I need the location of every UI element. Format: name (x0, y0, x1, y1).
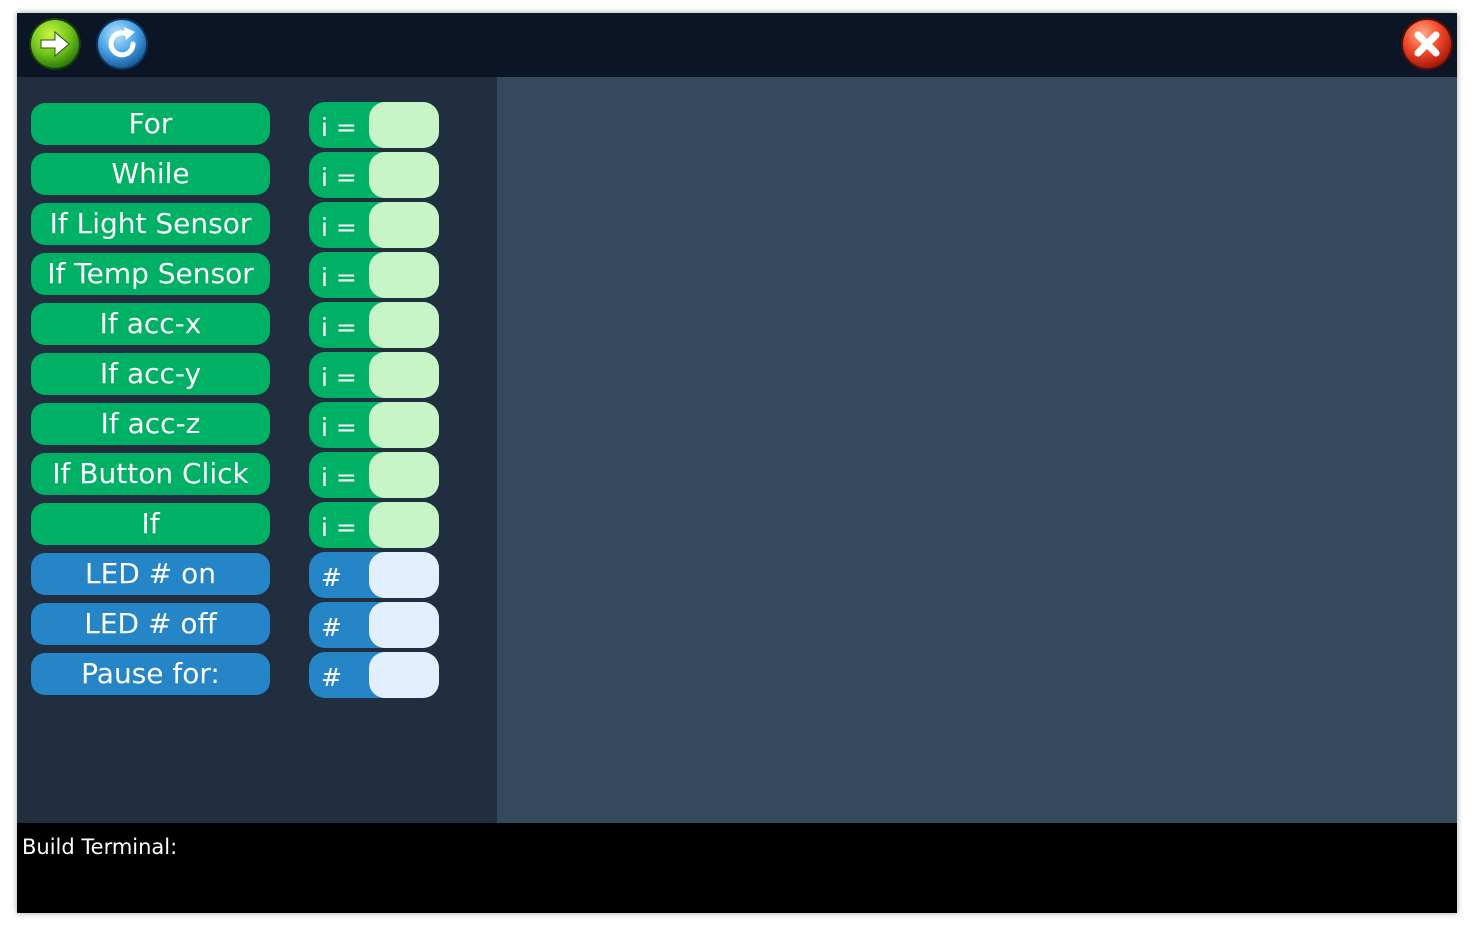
toolbar (17, 13, 1457, 77)
param-input-if-temp-sensor[interactable] (369, 252, 439, 298)
param-led-off[interactable]: # (309, 602, 439, 648)
refresh-icon (96, 18, 148, 70)
block-if[interactable]: If (31, 503, 270, 545)
block-for[interactable]: For (31, 103, 270, 145)
param-label: i = (321, 163, 357, 192)
refresh-button[interactable] (95, 17, 149, 71)
build-terminal: Build Terminal: (17, 823, 1457, 913)
run-button[interactable] (28, 17, 82, 71)
block-if-acc-z[interactable]: If acc-z (31, 403, 270, 445)
block-while[interactable]: While (31, 153, 270, 195)
param-label: # (321, 613, 342, 642)
block-if-acc-y[interactable]: If acc-y (31, 353, 270, 395)
param-input-led-on[interactable] (369, 552, 439, 598)
param-while[interactable]: i = (309, 152, 439, 198)
param-input-pause-for[interactable] (369, 652, 439, 698)
param-led-on[interactable]: # (309, 552, 439, 598)
param-label: i = (321, 513, 357, 542)
param-if[interactable]: i = (309, 502, 439, 548)
param-label: # (321, 563, 342, 592)
param-label: i = (321, 463, 357, 492)
param-label: i = (321, 213, 357, 242)
param-if-acc-y[interactable]: i = (309, 352, 439, 398)
block-if-light-sensor[interactable]: If Light Sensor (31, 203, 270, 245)
close-icon (1401, 18, 1453, 70)
block-pause-for[interactable]: Pause for: (31, 653, 270, 695)
param-input-if-acc-y[interactable] (369, 352, 439, 398)
block-if-button-click[interactable]: If Button Click (31, 453, 270, 495)
param-label: i = (321, 413, 357, 442)
param-label: i = (321, 363, 357, 392)
block-led-off[interactable]: LED # off (31, 603, 270, 645)
block-led-on[interactable]: LED # on (31, 553, 270, 595)
param-label: # (321, 663, 342, 692)
param-for[interactable]: i = (309, 102, 439, 148)
param-input-led-off[interactable] (369, 602, 439, 648)
param-label: i = (321, 113, 357, 142)
param-if-button-click[interactable]: i = (309, 452, 439, 498)
app-window: For i = While i = If Light Sensor i = If Temp … (17, 13, 1457, 913)
param-input-for[interactable] (369, 102, 439, 148)
param-if-temp-sensor[interactable]: i = (309, 252, 439, 298)
param-label: i = (321, 263, 357, 292)
param-label: i = (321, 313, 357, 342)
param-if-light-sensor[interactable]: i = (309, 202, 439, 248)
param-input-while[interactable] (369, 152, 439, 198)
param-input-if-acc-z[interactable] (369, 402, 439, 448)
close-button[interactable] (1400, 17, 1454, 71)
block-palette: For i = While i = If Light Sensor i = If Temp … (17, 77, 497, 823)
param-input-if-acc-x[interactable] (369, 302, 439, 348)
param-if-acc-x[interactable]: i = (309, 302, 439, 348)
block-if-temp-sensor[interactable]: If Temp Sensor (31, 253, 270, 295)
block-if-acc-x[interactable]: If acc-x (31, 303, 270, 345)
param-if-acc-z[interactable]: i = (309, 402, 439, 448)
param-input-if-button-click[interactable] (369, 452, 439, 498)
param-input-if-light-sensor[interactable] (369, 202, 439, 248)
arrow-right-icon (29, 18, 81, 70)
param-input-if[interactable] (369, 502, 439, 548)
program-canvas[interactable] (497, 77, 1457, 823)
build-terminal-label: Build Terminal: (22, 835, 178, 859)
param-pause-for[interactable]: # (309, 652, 439, 698)
